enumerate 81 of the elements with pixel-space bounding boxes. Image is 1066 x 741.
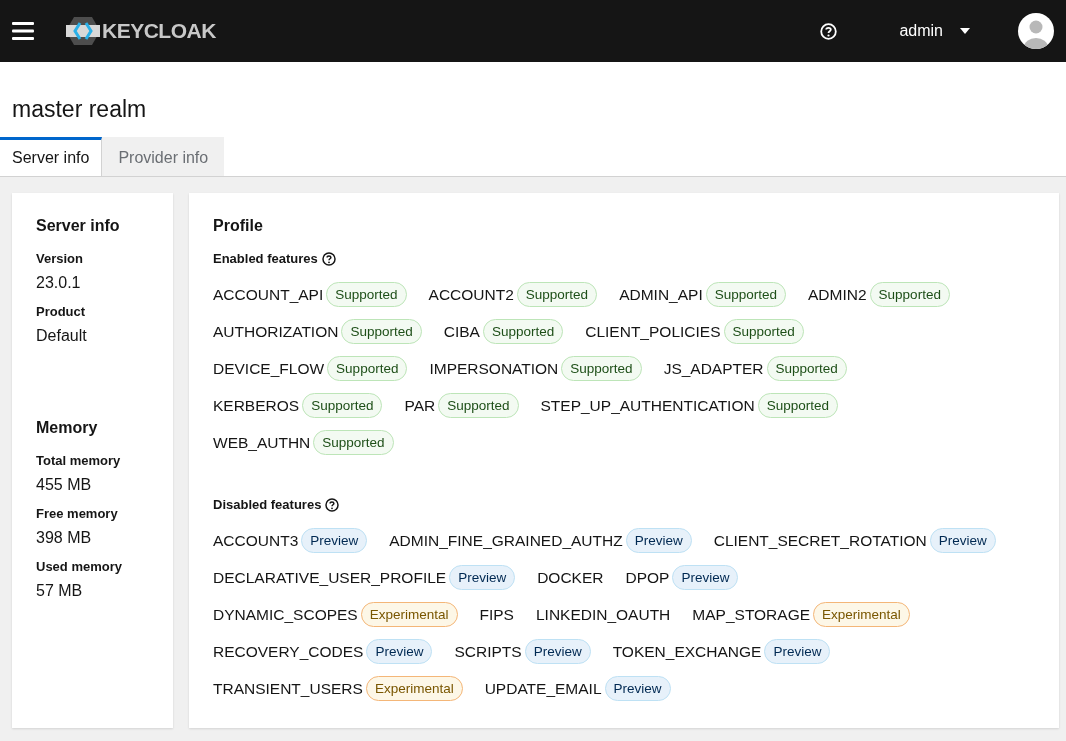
feature-name: DYNAMIC_SCOPES xyxy=(213,605,358,624)
status-label: Preview xyxy=(625,528,692,553)
section-title: Server info xyxy=(36,217,121,235)
feature-name: STEP_UP_AUTHENTICATION xyxy=(540,396,755,415)
field-label: Version xyxy=(36,251,84,266)
caret-icon xyxy=(960,28,970,34)
status-label: Experimental xyxy=(365,676,463,701)
feature-name: DECLARATIVE_USER_PROFILE xyxy=(213,568,447,587)
field-value: 23.0.1 xyxy=(36,274,82,292)
status-label: Preview xyxy=(449,565,516,590)
status-label: Supported xyxy=(326,282,407,307)
feature-name: DPOP xyxy=(625,568,670,587)
help-icon[interactable] xyxy=(321,251,336,266)
status-label: Supported xyxy=(302,393,383,418)
avatar-icon[interactable] xyxy=(1018,13,1054,49)
field-label: Used memory xyxy=(36,559,123,574)
section-title: Profile xyxy=(213,217,264,235)
feature-name: DEVICE_FLOW xyxy=(213,359,325,378)
feature-name: TRANSIENT_USERS xyxy=(213,679,363,698)
field-label: Free memory xyxy=(36,506,119,521)
feature-name: MAP_STORAGE xyxy=(692,605,811,624)
status-label: Supported xyxy=(516,282,598,307)
status-label: Experimental xyxy=(360,602,458,627)
help-icon[interactable] xyxy=(325,497,340,512)
status-label: Supported xyxy=(757,393,838,418)
feature-name: DOCKER xyxy=(537,568,604,587)
feature-name: ADMIN_API xyxy=(619,285,703,304)
feature-name: IMPERSONATION xyxy=(429,359,559,378)
feature-name: ADMIN_FINE_GRAINED_AUTHZ xyxy=(389,531,623,550)
field-value: 398 MB xyxy=(36,529,93,547)
subsection-title: Disabled features xyxy=(213,497,322,512)
status-label: Supported xyxy=(705,282,786,307)
field-value: Default xyxy=(36,327,88,345)
status-label: Preview xyxy=(366,639,433,664)
tab[interactable]: Server info xyxy=(0,137,103,176)
feature-name: CIBA xyxy=(443,322,480,341)
feature-name: CLIENT_POLICIES xyxy=(585,322,721,341)
status-label: Preview xyxy=(604,676,671,701)
feature-name: RECOVERY_CODES xyxy=(213,642,364,661)
feature-name: TOKEN_EXCHANGE xyxy=(612,642,762,661)
status-label: Experimental xyxy=(813,602,910,627)
status-label: Supported xyxy=(438,393,519,418)
feature-name: ADMIN2 xyxy=(808,285,867,304)
feature-name: JS_ADAPTER xyxy=(663,359,764,378)
status-label: Supported xyxy=(327,356,408,381)
status-label: Supported xyxy=(723,319,804,344)
feature-name: LINKEDIN_OAUTH xyxy=(535,605,671,624)
feature-name: WEB_AUTHN xyxy=(213,433,311,452)
feature-name: CLIENT_SECRET_ROTATION xyxy=(713,531,927,550)
status-label: Supported xyxy=(341,319,422,344)
status-label: Supported xyxy=(313,430,394,455)
feature-name: SCRIPTS xyxy=(454,642,522,661)
field-value: 455 MB xyxy=(36,476,93,494)
hexagon-logo-icon xyxy=(65,16,101,46)
feature-name: ACCOUNT_API xyxy=(213,285,324,304)
page-title: master realm xyxy=(12,96,148,123)
section-title: Memory xyxy=(36,419,99,437)
feature-name: UPDATE_EMAIL xyxy=(484,679,602,698)
status-label: Preview xyxy=(301,528,368,553)
feature-name: ACCOUNT2 xyxy=(428,285,514,304)
menu-icon[interactable] xyxy=(12,22,34,40)
status-label: Preview xyxy=(929,528,996,553)
feature-name: ACCOUNT3 xyxy=(213,531,299,550)
status-label: Supported xyxy=(766,356,847,381)
status-label: Supported xyxy=(561,356,642,381)
status-label: Preview xyxy=(672,565,739,590)
field-label: Product xyxy=(36,304,87,319)
field-label: Total memory xyxy=(36,453,122,468)
feature-name: AUTHORIZATION xyxy=(213,322,339,341)
tab[interactable]: Provider info xyxy=(102,137,225,176)
status-label: Preview xyxy=(764,639,831,664)
status-label: Preview xyxy=(524,639,591,664)
feature-name: PAR xyxy=(404,396,436,415)
field-value: 57 MB xyxy=(36,582,84,600)
user-dropdown[interactable]: admin xyxy=(899,22,970,40)
feature-name: KERBEROS xyxy=(213,396,300,415)
feature-name: FIPS xyxy=(479,605,514,624)
status-label: Supported xyxy=(869,282,950,307)
status-label: Supported xyxy=(482,319,564,344)
subsection-title: Enabled features xyxy=(213,251,318,266)
brand-name: KEYCLOAK xyxy=(102,19,216,43)
